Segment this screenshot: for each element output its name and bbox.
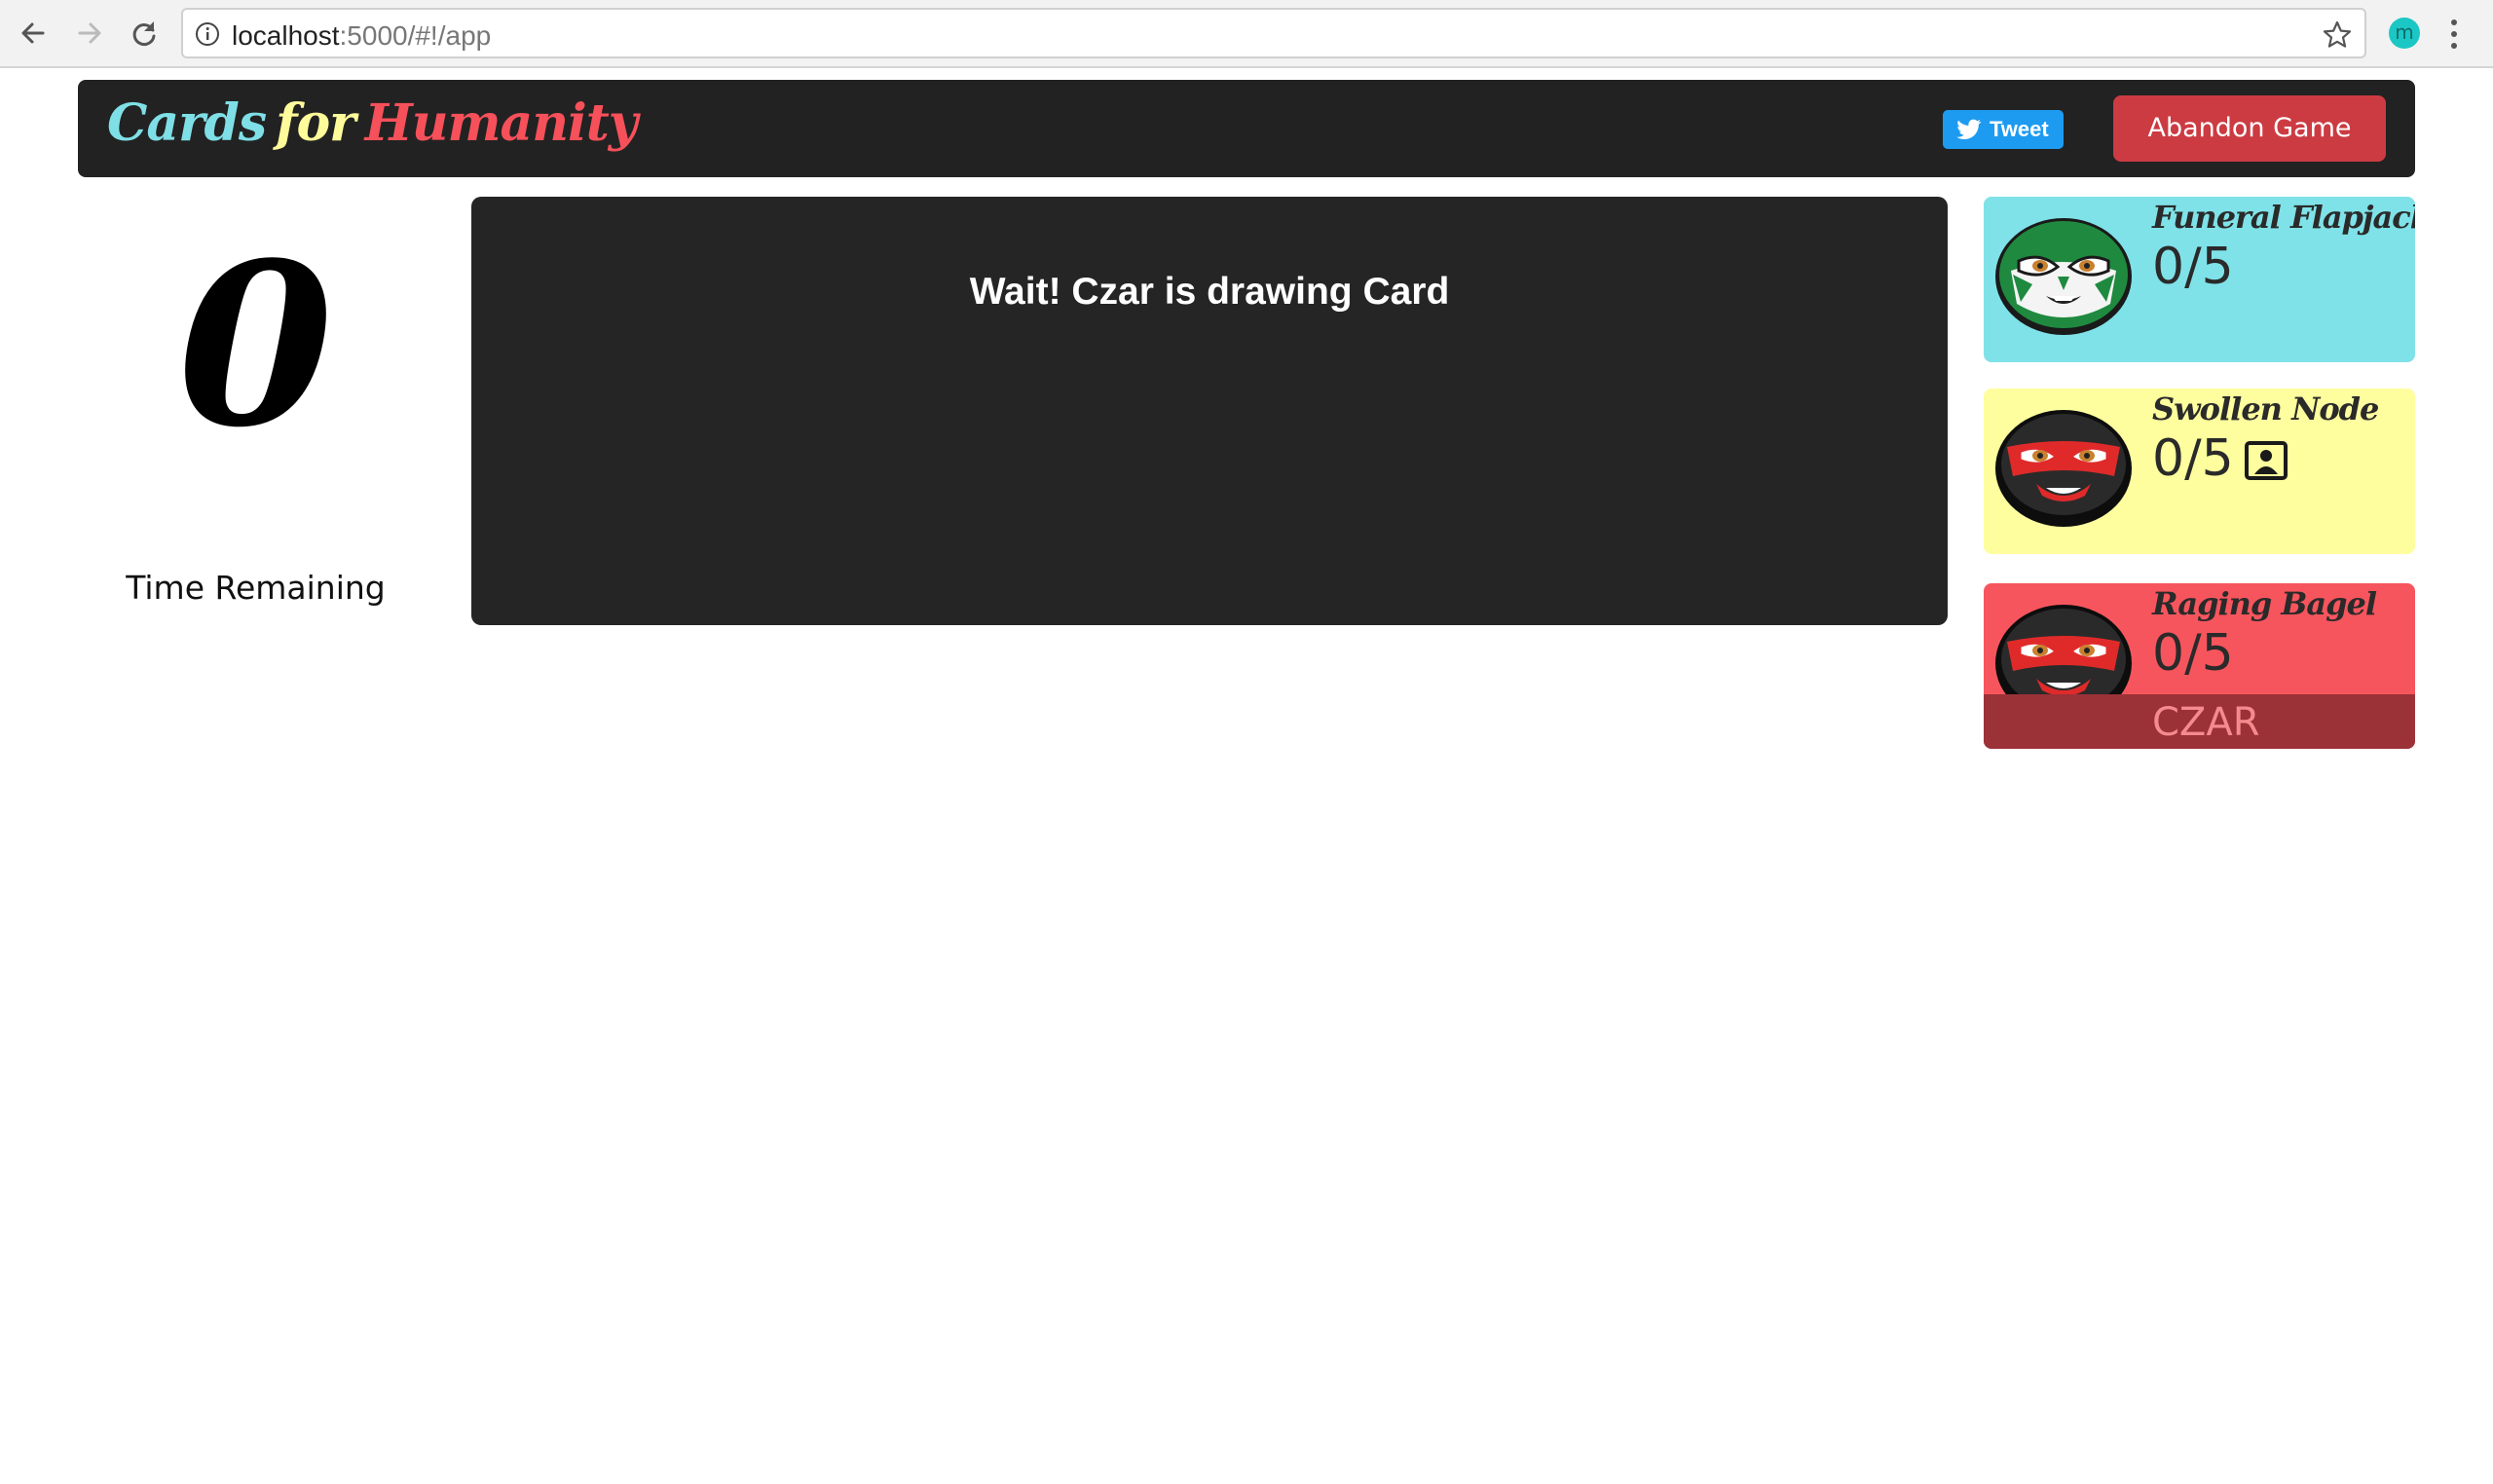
- browser-toolbar: localhost:5000/#!/app m: [0, 0, 2493, 68]
- player-score: 0/5: [2152, 238, 2234, 296]
- url-host: localhost: [232, 20, 340, 51]
- green-luchador-mask-icon: [1995, 218, 2132, 335]
- extension-icon[interactable]: m: [2389, 18, 2420, 49]
- info-icon[interactable]: [195, 21, 220, 47]
- browser-menu-icon[interactable]: [2446, 18, 2462, 51]
- player-score: 0/5: [2152, 429, 2234, 488]
- twitter-bird-icon: [1956, 119, 1982, 139]
- timer-label: Time Remaining: [126, 569, 386, 607]
- forward-arrow-icon[interactable]: [70, 14, 109, 53]
- logo-word-for: for: [276, 93, 355, 153]
- player-card: Swollen Node 0/5: [1984, 389, 2415, 554]
- card-board: Wait! Czar is drawing Card: [471, 197, 1948, 625]
- address-bar[interactable]: localhost:5000/#!/app: [181, 8, 2366, 58]
- player-card: Funeral Flapjack 0/5: [1984, 197, 2415, 362]
- logo-word-cards: Cards: [107, 93, 267, 153]
- board-status-message: Wait! Czar is drawing Card: [969, 271, 1450, 313]
- player-score: 0/5: [2152, 624, 2234, 683]
- abandon-game-button[interactable]: Abandon Game: [2113, 95, 2386, 162]
- url-text[interactable]: localhost:5000/#!/app: [232, 20, 491, 52]
- czar-badge: CZAR: [1984, 694, 2415, 749]
- tweet-label: Tweet: [1990, 117, 2049, 141]
- url-path: :5000/#!/app: [339, 20, 492, 51]
- player-card: Raging Bagel 0/5 CZAR: [1984, 583, 2415, 749]
- logo-word-humanity: Humanity: [364, 93, 638, 153]
- black-red-luchador-mask-icon: [1995, 410, 2132, 527]
- player-name: Funeral Flapjack: [2152, 199, 2415, 236]
- bookmark-star-icon[interactable]: [2322, 19, 2353, 51]
- reload-icon[interactable]: [125, 14, 164, 53]
- app-header: Cards for Humanity Tweet Abandon Game: [78, 80, 2415, 177]
- player-name: Swollen Node: [2152, 390, 2379, 427]
- player-name: Raging Bagel: [2152, 585, 2377, 622]
- tweet-button[interactable]: Tweet: [1943, 110, 2064, 149]
- timer-value: 0: [177, 214, 334, 477]
- played-card-icon: [2245, 441, 2288, 480]
- app-logo[interactable]: Cards for Humanity: [107, 93, 638, 153]
- back-arrow-icon[interactable]: [14, 14, 53, 53]
